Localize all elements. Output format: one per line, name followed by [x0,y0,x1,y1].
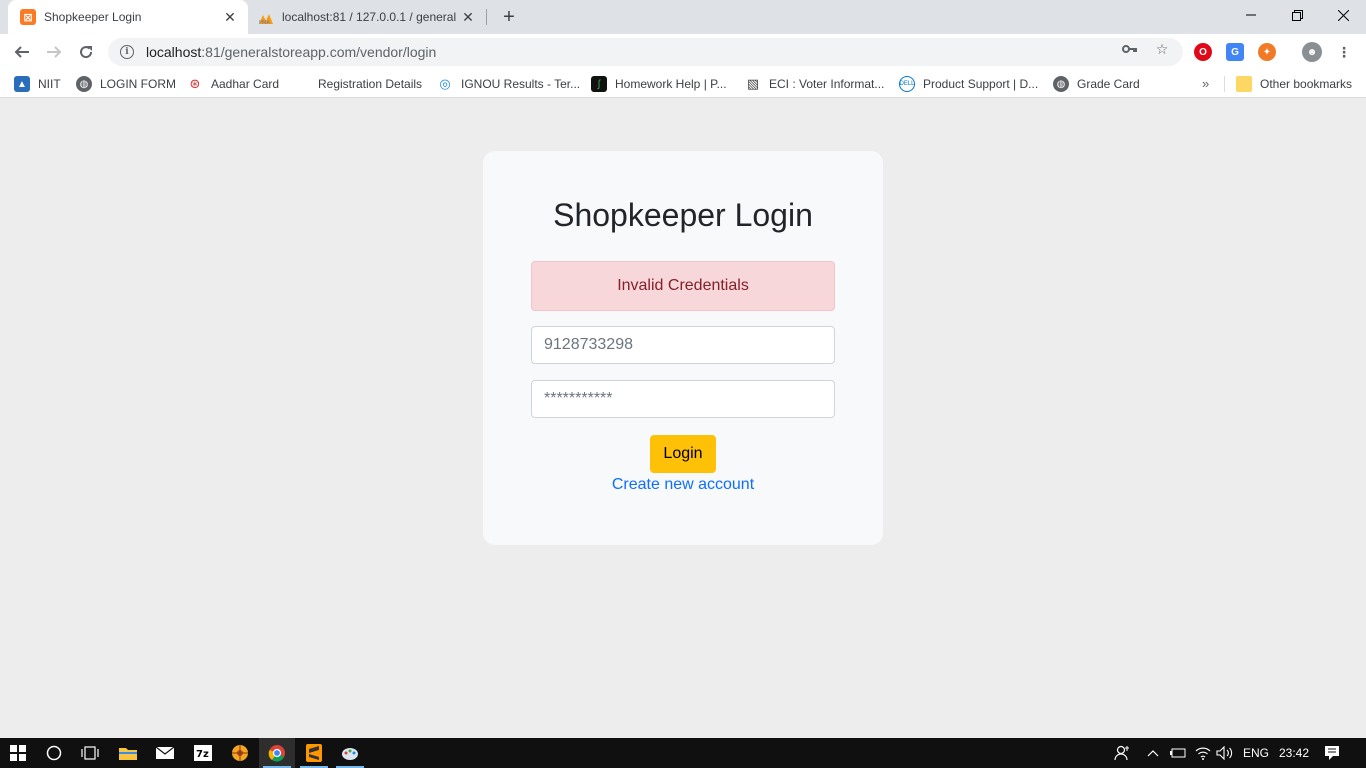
7zip-icon[interactable]: 7z [185,738,221,768]
phone-input[interactable] [531,326,835,364]
address-bar[interactable]: i localhost:81/generalstoreapp.com/vendo… [108,38,1183,66]
bookmark-login-form[interactable]: ◍ LOGIN FORM [76,75,176,93]
paint-icon[interactable] [332,738,368,768]
tab-shopkeeper-login[interactable]: ⊠ Shopkeeper Login ✕ [8,0,248,34]
clock[interactable]: 23:42 [1279,738,1309,768]
error-alert: Invalid Credentials [531,261,835,311]
login-card: Shopkeeper Login Invalid Credentials Log… [483,151,883,545]
bookmark-ignou-results[interactable]: ◎ IGNOU Results - Ter... [437,75,580,93]
battery-icon[interactable] [1170,738,1186,768]
bookmark-aadhar-card[interactable]: ⊛ Aadhar Card [187,75,279,93]
opera-extension-icon[interactable]: O [1194,43,1212,61]
more-bookmarks-chevron-icon[interactable]: » [1202,76,1209,91]
page-content: Shopkeeper Login Invalid Credentials Log… [0,98,1366,738]
sublime-text-icon[interactable] [296,738,332,768]
translate-extension-icon[interactable]: G [1226,43,1244,61]
bookmark-homework-help[interactable]: ʃ Homework Help | P... [591,75,727,93]
tab-title: Shopkeeper Login [44,10,142,24]
key-icon[interactable] [1122,41,1138,57]
aadhar-icon: ⊛ [187,76,203,92]
niit-icon: ▲ [14,76,30,92]
people-icon[interactable] [1114,738,1132,768]
password-input[interactable] [531,380,835,418]
eci-icon: ▧ [745,76,761,92]
dell-icon: DELL [899,76,915,92]
tab-separator [486,9,487,25]
taskbar: 7z ENG 23:42 [0,738,1366,768]
bookmark-eci-voter[interactable]: ▧ ECI : Voter Informat... [745,75,884,93]
close-tab-icon[interactable]: ✕ [456,5,480,29]
restore-icon[interactable] [1274,0,1320,30]
create-account-link[interactable]: Create new account [483,476,883,494]
new-tab-icon[interactable]: + [496,4,522,30]
chevron-up-icon[interactable] [1147,738,1159,768]
bookmarks-bar: ▲ NIIT ◍ LOGIN FORM ⊛ Aadhar Card Regist… [0,70,1366,98]
bookmark-product-support[interactable]: DELL Product Support | D... [899,75,1038,93]
info-icon[interactable]: i [120,45,134,59]
minimize-icon[interactable] [1228,0,1274,30]
homework-icon: ʃ [591,76,607,92]
bookmark-grade-card[interactable]: ◍ Grade Card [1053,75,1140,93]
reload-icon[interactable] [72,38,100,66]
chrome-taskbar-icon[interactable] [259,738,295,768]
menu-icon[interactable]: ⋮ [1335,43,1353,61]
language-indicator[interactable]: ENG [1243,738,1269,768]
browser-toolbar: i localhost:81/generalstoreapp.com/vendo… [0,34,1366,70]
folder-icon [1236,76,1252,92]
tab-strip: ⊠ Shopkeeper Login ✕ PMA localhost:81 / … [0,0,1366,34]
tab-phpmyadmin[interactable]: PMA localhost:81 / 127.0.0.1 / general ✕ [250,0,486,34]
close-window-icon[interactable] [1320,0,1366,30]
forward-icon[interactable] [40,38,68,66]
svg-text:PMA: PMA [259,20,270,25]
close-tab-icon[interactable]: ✕ [218,5,242,29]
bookmark-niit[interactable]: ▲ NIIT [14,75,61,93]
bookmark-registration-details[interactable]: Registration Details [294,75,422,93]
phpmyadmin-icon: PMA [258,9,274,25]
wifi-icon[interactable] [1195,738,1211,768]
tab-title: localhost:81 / 127.0.0.1 / general [282,10,456,24]
url-text: localhost:81/generalstoreapp.com/vendor/… [146,44,437,60]
bookmarks-divider [1224,76,1225,92]
ignou-icon: ◎ [437,76,453,92]
blank-icon [294,76,310,92]
extension-icon[interactable]: ✦ [1258,43,1276,61]
globe-icon: ◍ [1053,76,1069,92]
svg-text:7z: 7z [196,749,209,760]
avatar[interactable]: ☻ [1302,42,1322,62]
task-view-icon[interactable] [72,738,108,768]
back-icon[interactable] [8,38,36,66]
xampp-icon: ⊠ [20,9,36,25]
other-bookmarks[interactable]: Other bookmarks [1236,75,1352,93]
mail-icon[interactable] [147,738,183,768]
page-title: Shopkeeper Login [553,197,813,233]
file-explorer-icon[interactable] [110,738,146,768]
app-wheel-icon[interactable] [222,738,258,768]
bookmark-star-icon[interactable]: ☆ [1154,41,1170,57]
notifications-icon[interactable] [1324,738,1340,768]
globe-icon: ◍ [76,76,92,92]
search-icon[interactable] [36,738,72,768]
volume-icon[interactable] [1216,738,1234,768]
windows-start-icon[interactable] [0,738,36,768]
login-button[interactable]: Login [650,435,716,473]
